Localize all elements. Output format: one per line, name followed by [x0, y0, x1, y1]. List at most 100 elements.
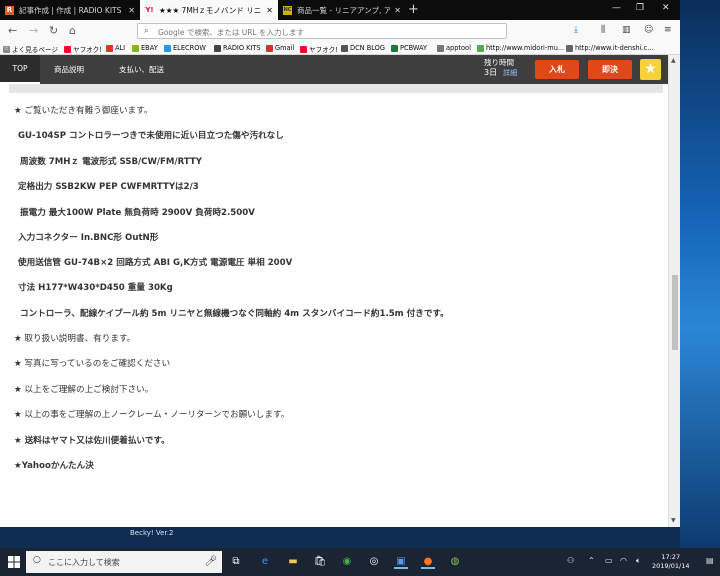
bookmark-item[interactable]: ヤフオク!: [300, 44, 338, 54]
tab-bar: R 記事作成 | 作成 | RADIO KITS ✕ Y! ★★★ 7MHｚモノ…: [0, 0, 680, 20]
desktop-strip: [0, 527, 680, 548]
buyout-button[interactable]: 即決: [588, 60, 632, 79]
bookmark-item[interactable]: ヤフオク!: [64, 44, 102, 54]
desktop-background: [680, 0, 720, 548]
firefox-icon[interactable]: ●: [421, 555, 435, 569]
description-line: 振電力 最大100W Plate 無負荷時 2900V 負荷時2.500V: [20, 208, 255, 218]
bookmark-label: ALI: [115, 44, 126, 52]
bookmark-item[interactable]: Gmail: [266, 44, 294, 52]
menu-icon[interactable]: ≡: [664, 25, 672, 35]
home-icon[interactable]: ⌂: [69, 24, 76, 37]
star-folder-icon: ☆: [3, 45, 10, 53]
bookmark-item[interactable]: EBAY: [132, 44, 158, 52]
sync-icon[interactable]: ☺: [644, 25, 653, 35]
bookmark-item[interactable]: http://www.midori-mu...: [477, 44, 564, 52]
volume-icon[interactable]: 🔈︎: [636, 556, 641, 566]
bookmark-item[interactable]: RADIO KITS: [214, 44, 261, 52]
close-window-icon[interactable]: ✕: [662, 3, 670, 13]
description-line: ★ ご覧いただき有難う御座います。: [14, 106, 153, 116]
network-icon[interactable]: ◠: [620, 556, 627, 565]
task-view-icon[interactable]: ⧉: [229, 555, 243, 569]
desktop-icon-label[interactable]: Becky! Ver.2: [130, 529, 173, 537]
ali-icon: [106, 44, 113, 52]
new-tab-button[interactable]: +: [408, 2, 419, 17]
chevron-up-icon[interactable]: ⌃: [588, 556, 595, 565]
time-remaining: 残り時間 3日 詳細: [484, 58, 517, 78]
bookmarks-bar: ☆ よく見るページ ヤフオク! ALI EBAY ELECROW RADIO KI…: [0, 42, 680, 55]
remaining-value: 3日: [484, 68, 498, 77]
watchlist-star-icon[interactable]: ★: [640, 59, 661, 80]
taskbar-clock[interactable]: 17:27 2019/01/14: [652, 553, 689, 571]
bookmark-label: ヤフオク!: [309, 46, 338, 54]
bookmark-item[interactable]: http://www.it-denshi.c...: [566, 44, 654, 52]
description-line: 使用送信管 GU-74B×2 回路方式 ABI G,K方式 電源電圧 単相 20…: [18, 258, 293, 268]
people-icon[interactable]: ⚇: [567, 556, 574, 565]
sidebar-icon[interactable]: ▥: [622, 25, 631, 35]
file-explorer-icon[interactable]: ▬: [286, 555, 300, 569]
radio-kits-favicon-icon: R: [5, 5, 14, 15]
bookmark-item[interactable]: ALI: [106, 44, 125, 52]
microphone-icon[interactable]: 🎤︎: [204, 555, 218, 569]
taskbar-search-input[interactable]: ○ ここに入力して検索: [26, 551, 222, 573]
globe-icon: [566, 44, 573, 52]
bookmark-item[interactable]: ELECROW: [164, 44, 206, 52]
close-tab-icon[interactable]: ✕: [266, 6, 273, 15]
download-icon[interactable]: ⤓: [574, 25, 578, 35]
elecrow-icon: [164, 44, 171, 52]
tab-label: ★★★ 7MHｚモノバンド リニ: [159, 5, 262, 15]
back-icon[interactable]: ←: [8, 24, 17, 37]
app-icon[interactable]: ▣: [394, 555, 408, 569]
nav-top-link[interactable]: TOP: [0, 55, 40, 84]
gmail-icon: [266, 44, 273, 52]
battery-icon[interactable]: ▭: [605, 556, 613, 565]
description-line: ★ 送料はヤマト又は佐川便着払いです。: [14, 436, 170, 446]
bookmark-label: apptool: [446, 44, 471, 52]
nav-payment-shipping-link[interactable]: 支払い、配送: [119, 55, 164, 84]
maximize-icon[interactable]: ❐: [636, 3, 644, 13]
yahoo-icon: [300, 45, 307, 53]
tab-radio-kits[interactable]: R 記事作成 | 作成 | RADIO KITS ✕: [0, 0, 140, 20]
edge-icon[interactable]: e: [258, 555, 272, 569]
page-scrollbar[interactable]: ▲ ▼: [668, 55, 680, 527]
app-icon[interactable]: ◍: [448, 555, 462, 569]
app-icon[interactable]: ◉: [340, 555, 354, 569]
forward-icon[interactable]: →: [29, 24, 38, 37]
globe-icon: [437, 44, 444, 52]
tab-product-list[interactable]: NC 商品一覧 - リニアアンプ, アマチュ ✕: [278, 0, 406, 20]
bookmark-item[interactable]: PCBWAY: [391, 44, 427, 52]
notification-icon[interactable]: ▤: [706, 556, 714, 565]
description-line: ★ 以上をご理解の上ご検討下さい。: [14, 385, 154, 395]
app-icon[interactable]: ◎: [367, 555, 381, 569]
clock-time: 17:27: [661, 553, 681, 561]
description-line: GU-104SP コントロラーつきで未使用に近い目立つた傷や汚れなし: [18, 131, 284, 141]
scroll-up-icon[interactable]: ▲: [671, 57, 676, 64]
address-bar[interactable]: ⌕ Google で検索、または URL を入力します: [137, 23, 507, 39]
navigation-bar: ← → ↻ ⌂ ⌕ Google で検索、または URL を入力します ⤓ ⫼ …: [0, 20, 680, 42]
bookmark-label: http://www.midori-mu...: [486, 44, 565, 52]
store-icon[interactable]: 🛍︎: [313, 555, 327, 569]
description-line: 寸法 H177*W430*D450 重量 30Kg: [18, 283, 173, 293]
windows-start-icon[interactable]: [8, 556, 20, 568]
library-icon[interactable]: ⫼: [601, 25, 605, 35]
bookmark-label: http://www.it-denshi.c...: [575, 44, 654, 52]
scroll-down-icon[interactable]: ▼: [671, 517, 676, 524]
bookmark-item[interactable]: DCN BLOG: [341, 44, 385, 52]
detail-link[interactable]: 詳細: [503, 69, 517, 77]
bookmark-item[interactable]: apptool: [437, 44, 471, 52]
bookmark-label: Gmail: [275, 44, 295, 52]
reload-icon[interactable]: ↻: [49, 24, 58, 37]
item-description: ★ ご覧いただき有難う御座います。 GU-104SP コントロラーつきで未使用に…: [0, 93, 668, 527]
minimize-icon[interactable]: —: [612, 3, 621, 13]
tab-yahoo-auction[interactable]: Y! ★★★ 7MHｚモノバンド リニ ✕: [140, 0, 278, 20]
bookmark-item[interactable]: ☆ よく見るページ: [3, 44, 58, 54]
description-line: ★ 以上の事をご理解の上ノークレーム・ノーリターンでお願いします。: [14, 410, 290, 420]
close-tab-icon[interactable]: ✕: [128, 6, 135, 15]
bid-button[interactable]: 入札: [535, 60, 579, 79]
bookmark-label: RADIO KITS: [223, 44, 261, 52]
nav-description-link[interactable]: 商品説明: [54, 55, 84, 84]
bookmark-label: ヤフオク!: [73, 46, 102, 54]
tab-label: 商品一覧 - リニアアンプ, アマチュ: [297, 5, 391, 15]
description-line: 定格出力 SSB2KW PEP CWFMRTTYは2/3: [18, 182, 199, 192]
close-tab-icon[interactable]: ✕: [394, 6, 401, 15]
scroll-thumb[interactable]: [672, 275, 678, 350]
